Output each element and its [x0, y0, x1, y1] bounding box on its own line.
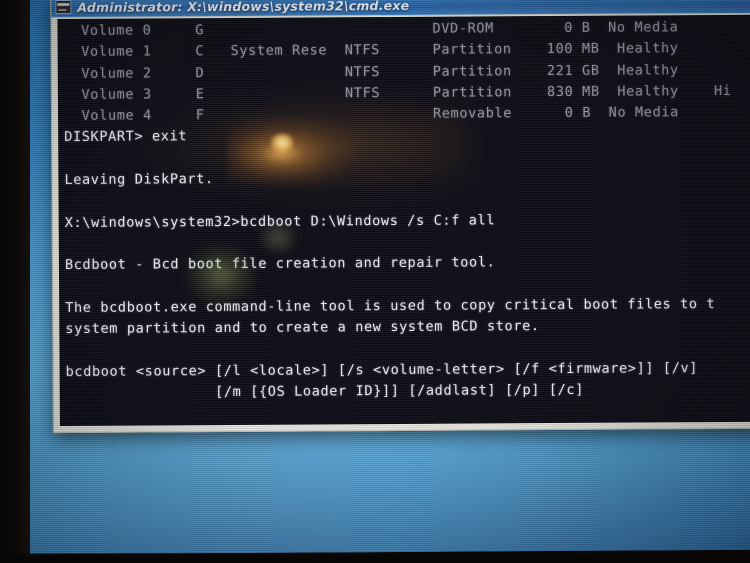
monitor-bezel-bottom	[0, 553, 750, 563]
console-line: The bcdboot.exe command-line tool is use…	[65, 295, 716, 316]
monitor-bezel-left	[0, 0, 30, 563]
monitor-screen: Administrator: X:\windows\system32\cmd.e…	[26, 0, 750, 555]
console-output-area[interactable]: Volume 0 G DVD-ROM 0 B No Media Volume 1…	[57, 14, 750, 427]
command-prompt-window[interactable]: Administrator: X:\windows\system32\cmd.e…	[50, 0, 750, 434]
console-line: bcdboot <source> [/l <locale>] [/s <volu…	[65, 359, 699, 380]
cmd-console-icon	[55, 0, 72, 15]
diskpart-volume-table: Volume 0 G DVD-ROM 0 B No Media Volume 1…	[63, 16, 750, 127]
window-title-text: Administrator: X:\windows\system32\cmd.e…	[77, 0, 410, 15]
monitor-photo: Administrator: X:\windows\system32\cmd.e…	[0, 0, 750, 563]
console-text-lines: DISKPART> exit Leaving DiskPart. X:\wind…	[64, 123, 750, 426]
